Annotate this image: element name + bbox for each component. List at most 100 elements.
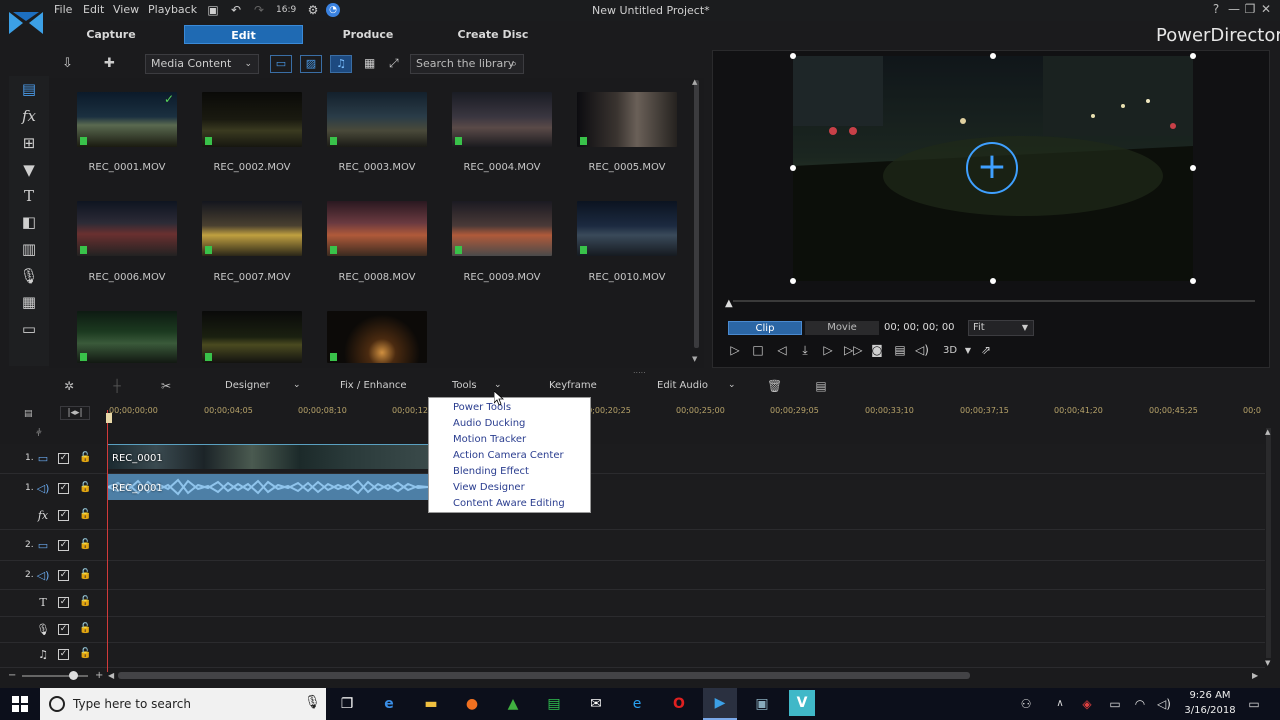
fast-forward-icon[interactable]: ▷▷ [844,343,862,358]
media-thumbnail[interactable] [327,201,427,256]
lock-icon[interactable]: 🔓 [79,648,91,660]
3d-mode-button[interactable]: 3D [940,343,960,358]
windows-start-icon[interactable] [12,696,28,712]
transition-room-icon[interactable]: ◧ [19,213,39,231]
volume-icon[interactable]: ◁) [1153,694,1175,714]
grid-view-icon[interactable]: ▦ [364,56,380,72]
opera-icon[interactable]: O [668,694,690,714]
microphone-icon[interactable]: 🎙 [304,695,321,710]
track-enable-checkbox[interactable]: ✓ [58,453,69,464]
resize-handle[interactable] [990,278,996,284]
mail-icon[interactable]: ✉ [585,694,607,714]
menu-item-action-camera-center[interactable]: Action Camera Center [453,450,564,461]
people-icon[interactable]: ⚇ [1015,694,1037,714]
library-search-input[interactable]: Search the library ⌕ [410,54,524,74]
track-enable-checkbox[interactable]: ✓ [58,570,69,581]
more-functions-icon[interactable]: ▤ [814,379,828,393]
volume-icon[interactable]: ◁) [914,343,930,358]
next-frame-icon[interactable]: ▷ [820,343,836,358]
tab-create-disc[interactable]: Create Disc [450,25,536,44]
scroll-up-icon[interactable]: ▲ [692,78,697,86]
playhead-marker[interactable] [106,413,112,423]
show-hidden-icons-icon[interactable]: ∧ [1049,694,1071,714]
track-enable-checkbox[interactable]: ✓ [58,597,69,608]
split-icon[interactable]: ⤓ [797,343,813,358]
menu-item-view-designer[interactable]: View Designer [453,482,525,493]
library-scrollbar[interactable] [694,80,699,348]
media-thumbnail[interactable] [202,92,302,147]
timeline-vscrollbar[interactable] [1266,428,1271,658]
media-thumbnail[interactable] [327,311,427,363]
keyframe-button[interactable]: Keyframe [549,380,597,391]
previous-frame-icon[interactable]: ◁ [774,343,790,358]
media-thumbnail[interactable] [77,311,177,363]
battery-icon[interactable]: ▭ [1104,694,1126,714]
media-thumbnail[interactable] [577,201,677,256]
lock-icon[interactable]: 🔓 [79,482,91,494]
edge-browser-icon[interactable]: e [378,694,400,714]
menu-view[interactable]: View [113,3,139,16]
save-icon[interactable]: ▣ [206,3,220,17]
chapter-room-icon[interactable]: ▦ [19,293,39,311]
tools-menu[interactable]: Tools [452,380,477,391]
tab-capture[interactable]: Capture [68,25,154,44]
chevron-down-icon[interactable]: ⌄ [728,380,736,390]
add-to-timeline-icon[interactable]: + [966,142,1018,194]
split-scissors-icon[interactable]: ✂ [159,379,173,393]
lock-icon[interactable]: 🔓 [79,509,91,521]
chevron-down-icon[interactable]: ⌄ [293,380,301,390]
delete-icon[interactable]: 🗑 [767,379,782,393]
media-thumbnail[interactable] [452,92,552,147]
wifi-icon[interactable]: ◠ [1129,694,1151,714]
powerdirector-taskbar-icon[interactable]: ▶ [703,688,737,720]
internet-explorer-icon[interactable]: e [626,694,648,714]
media-room-icon[interactable]: ▤ [19,80,39,98]
media-thumbnail[interactable]: ✓ [77,92,177,147]
screen-recorder-icon[interactable]: ▣ [751,694,773,714]
action-center-icon[interactable]: ▭ [1243,694,1265,714]
subtitle-room-icon[interactable]: ▭ [19,320,39,338]
resize-handle[interactable] [790,165,796,171]
track-enable-checkbox[interactable]: ✓ [58,483,69,494]
scroll-down-icon[interactable]: ▼ [692,355,697,363]
audio-filter-icon[interactable]: ♫ [330,55,352,73]
tab-produce[interactable]: Produce [325,25,411,44]
lock-icon[interactable]: 🔓 [79,539,91,551]
voiceover-room-icon[interactable]: 🎙 [19,267,39,285]
lock-icon[interactable]: 🔓 [79,623,91,635]
resize-handle[interactable] [1190,278,1196,284]
track-enable-checkbox[interactable]: ✓ [58,510,69,521]
track-enable-checkbox[interactable]: ✓ [58,624,69,635]
close-icon[interactable]: ✕ [1258,2,1274,16]
menu-item-audio-ducking[interactable]: Audio Ducking [453,418,525,429]
scrubber-handle-icon[interactable]: ▲ [725,298,733,309]
search-icon[interactable]: ⌕ [511,55,517,73]
taskbar-search-input[interactable]: Type here to search 🎙 [40,688,326,720]
gear-icon[interactable]: ⚙ [306,3,320,17]
preview-scrubber[interactable] [733,300,1255,302]
resize-handle[interactable] [1190,165,1196,171]
track-manager-icon[interactable]: ▤ [24,409,38,419]
designer-menu[interactable]: Designer [225,380,270,391]
chevron-down-icon[interactable]: ▼ [960,343,976,358]
media-thumbnail[interactable] [577,92,677,147]
timeline-video-clip[interactable]: REC_0001 [108,444,428,469]
tab-edit[interactable]: Edit [184,25,303,44]
fx-room-icon[interactable]: fx [19,107,39,125]
magic-tools-icon[interactable]: ✲ [62,379,76,393]
play-icon[interactable]: ▷ [727,343,743,358]
chevron-down-icon[interactable]: ⌄ [494,380,502,390]
file-explorer-icon[interactable]: ▬ [420,694,442,714]
app-icon[interactable]: ▲ [502,694,524,714]
resize-handle[interactable] [790,278,796,284]
import-media-icon[interactable]: ⇩ [62,56,78,72]
redo-icon[interactable]: ↷ [252,3,266,17]
timeline-playhead[interactable] [107,410,108,672]
title-room-icon[interactable]: T [19,187,39,205]
lock-icon[interactable]: 🔓 [79,569,91,581]
clock-date[interactable]: 3/16/2018 [1182,705,1238,716]
scroll-up-icon[interactable]: ▲ [1265,428,1270,436]
menu-edit[interactable]: Edit [83,3,104,16]
pip-room-icon[interactable]: ⊞ [19,134,39,152]
lock-icon[interactable]: 🔓 [79,596,91,608]
